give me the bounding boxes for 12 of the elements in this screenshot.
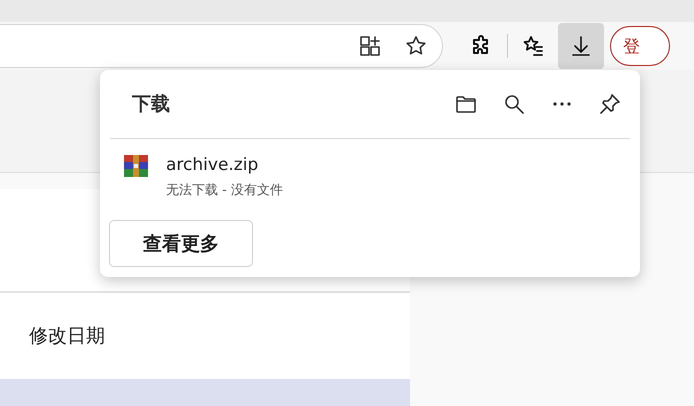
search-icon[interactable] <box>502 92 526 116</box>
pin-icon[interactable] <box>598 92 622 116</box>
file-name[interactable]: archive.zip <box>166 155 283 175</box>
panel-title: 下载 <box>132 92 171 117</box>
column-header: 修改日期 <box>28 324 106 349</box>
see-more-button[interactable]: 查看更多 <box>109 220 253 267</box>
sign-in-button[interactable]: 登 <box>610 26 670 66</box>
archive-file-icon <box>124 155 148 177</box>
downloads-button[interactable] <box>558 23 604 69</box>
download-status: 无法下载 - 没有文件 <box>166 182 283 199</box>
add-app-icon[interactable] <box>358 34 382 58</box>
star-list-icon <box>521 34 545 58</box>
